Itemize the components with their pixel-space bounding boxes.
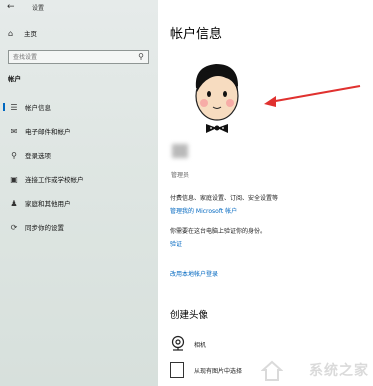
sidebar-item-label: 家庭和其他用户 [25,200,71,208]
home-icon: ⌂ [8,28,14,38]
blurred-user-name [172,144,188,158]
sidebar-item-sign-in[interactable]: ⚲ 登录选项 [0,148,158,162]
search-input[interactable] [13,52,131,62]
red-arrow-annotation [264,85,361,107]
person-add-icon: ♟ [10,198,18,208]
watermark-text: 系统之家 [309,363,369,379]
watermark-logo-icon [261,360,283,381]
account-role: 管理员 [171,172,190,179]
camera-icon [171,335,185,351]
sidebar-item-account-info[interactable]: ☰ 帐户信息 [0,100,158,114]
sidebar-item-label: 帐户信息 [25,104,51,112]
section-title: 帐户 [8,75,21,83]
manage-account-link[interactable]: 管理我的 Microsoft 帐户 [170,206,237,215]
sidebar-item-work-school[interactable]: ▣ 连接工作或学校帐户 [0,172,158,186]
browse-label: 从现有图片中选择 [194,368,243,375]
camera-label: 相机 [194,342,207,349]
window-title: 设置 [32,5,45,12]
briefcase-icon: ▣ [10,174,18,184]
search-box[interactable]: ⚲ [8,50,149,64]
local-account-link[interactable]: 改用本地帐户登录 [170,269,218,278]
main-content: 帐户信息 管理员 付费信息、家庭设置、订阅、安全设置等 管理我的 Microso… [158,0,373,386]
page-title: 帐户信息 [170,27,223,42]
sidebar-item-label: 连接工作或学校帐户 [25,176,84,184]
title-bar: ← 设置 [0,0,158,14]
sidebar: ← 设置 ⌂ 主页 ⚲ 帐户 ☰ 帐户信息 ✉ 电子邮件和帐户 ⚲ 登录选项 ▣… [0,0,158,386]
sidebar-item-label: 登录选项 [25,152,51,160]
back-arrow-icon[interactable]: ← [7,2,15,12]
verify-text: 你需要在这台电脑上验证你的身份。 [170,228,267,235]
sidebar-item-email[interactable]: ✉ 电子邮件和帐户 [0,124,158,138]
sidebar-item-label: 电子邮件和帐户 [25,128,71,136]
sync-icon: ⟳ [10,222,18,232]
sidebar-item-family[interactable]: ♟ 家庭和其他用户 [0,196,158,210]
verify-link[interactable]: 验证 [170,239,182,248]
watermark: 系统之家 [249,352,369,384]
search-icon[interactable]: ⚲ [138,52,144,61]
key-icon: ⚲ [11,150,17,160]
home-nav-item[interactable]: ⌂ 主页 [8,27,37,39]
account-info-text: 付费信息、家庭设置、订阅、安全设置等 [170,195,279,202]
avatar [195,64,239,133]
account-info-icon: ☰ [10,102,18,112]
sidebar-item-label: 同步你的设置 [25,224,64,232]
active-indicator [3,103,5,111]
home-label: 主页 [24,30,37,38]
create-avatar-heading: 创建头像 [170,310,209,321]
mail-icon: ✉ [10,126,18,136]
browse-file-icon [170,362,184,378]
sidebar-item-sync[interactable]: ⟳ 同步你的设置 [0,220,158,234]
